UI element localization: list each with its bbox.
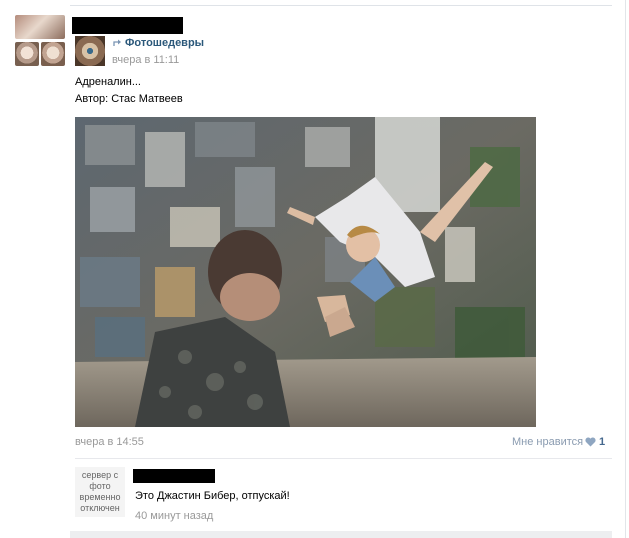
top-divider bbox=[70, 5, 612, 6]
post-text-line: Адреналин... bbox=[75, 76, 141, 88]
group-post-time[interactable]: вчера в 11:11 bbox=[112, 54, 179, 66]
comment-input-bar[interactable] bbox=[70, 531, 612, 538]
repost-arrow-icon bbox=[113, 39, 121, 46]
avatar[interactable] bbox=[15, 15, 65, 39]
avatar[interactable] bbox=[15, 42, 39, 66]
avatar-placeholder-text: сервер с фото временно отключен bbox=[79, 470, 121, 513]
avatar[interactable] bbox=[41, 42, 65, 66]
like-button[interactable]: Мне нравится bbox=[512, 436, 583, 448]
like-count[interactable]: 1 bbox=[599, 436, 605, 448]
comments-divider bbox=[75, 458, 612, 459]
post-text-line: Автор: Стас Матвеев bbox=[75, 93, 183, 105]
comment-text: Это Джастин Бибер, отпускай! bbox=[135, 490, 290, 502]
redacted-commenter-name bbox=[133, 469, 215, 483]
heart-icon[interactable] bbox=[585, 437, 596, 447]
group-name-link[interactable]: Фотошедевры bbox=[125, 37, 204, 49]
group-avatar[interactable] bbox=[75, 36, 105, 66]
post-photo[interactable] bbox=[75, 117, 536, 427]
post-date-link[interactable]: вчера в 14:55 bbox=[75, 436, 144, 448]
right-border bbox=[625, 0, 626, 538]
redacted-author-name bbox=[72, 17, 183, 34]
comment-avatar-placeholder[interactable]: сервер с фото временно отключен bbox=[75, 467, 125, 517]
comment-time-link[interactable]: 40 минут назад bbox=[135, 510, 213, 522]
